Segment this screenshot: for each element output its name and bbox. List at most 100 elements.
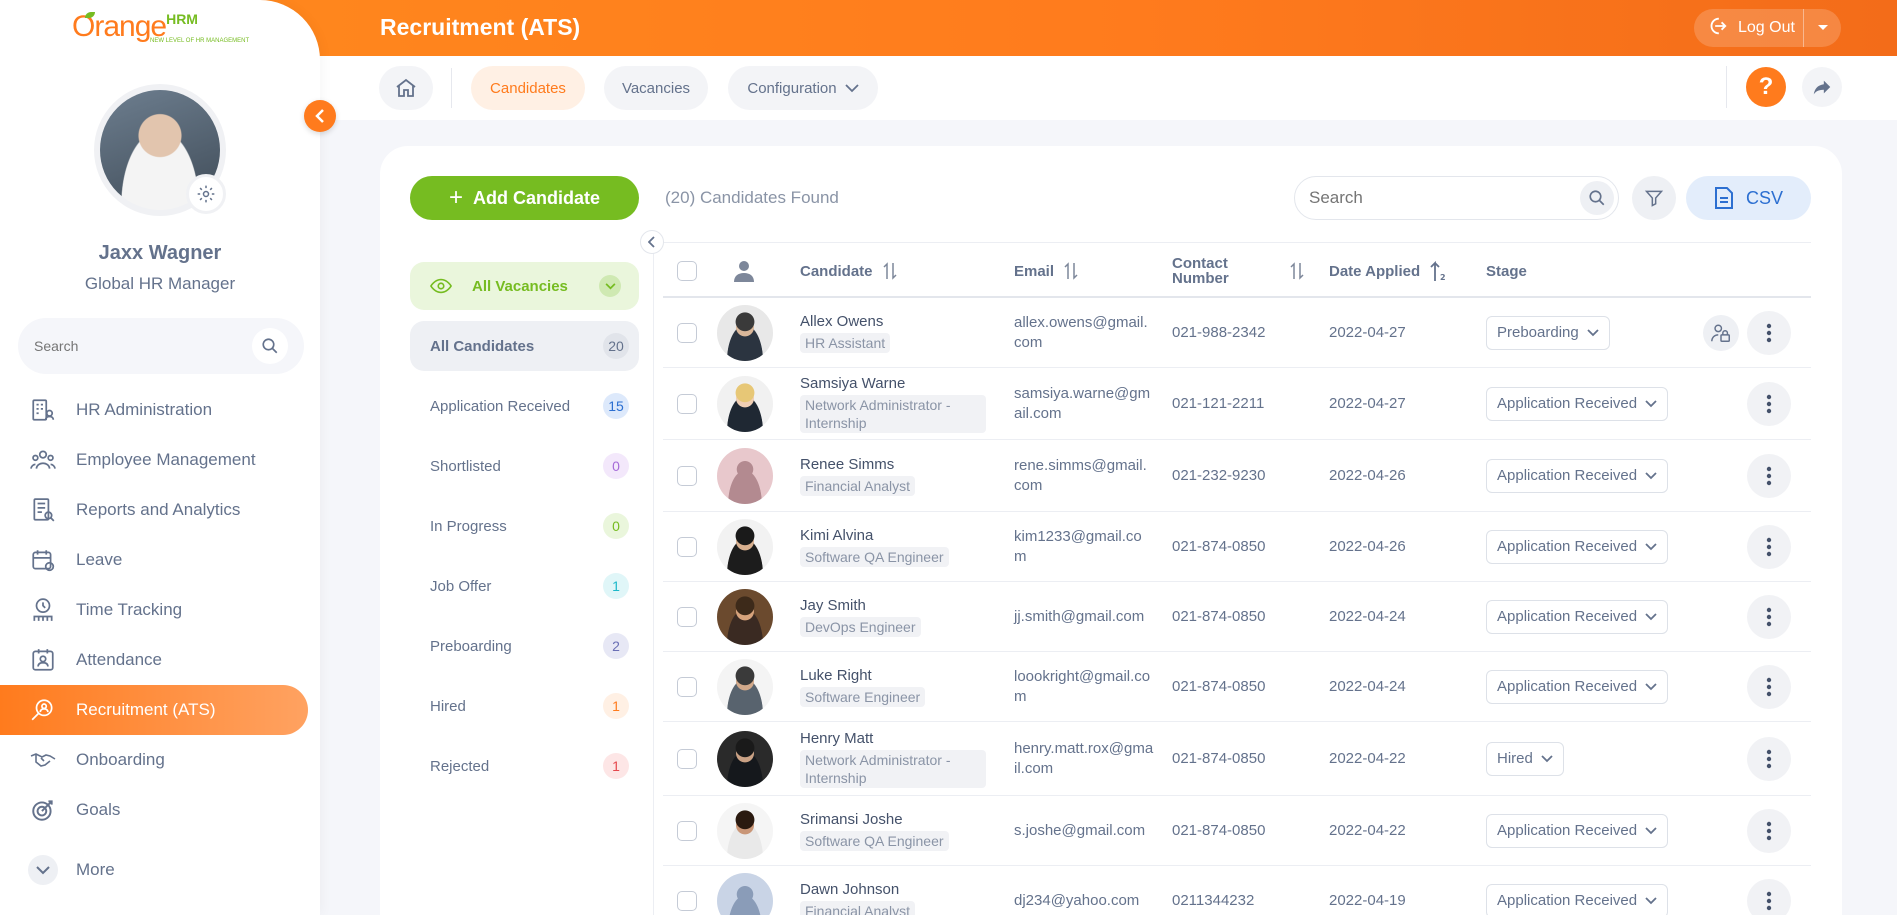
column-date-applied[interactable]: Date Applied 2	[1329, 243, 1446, 299]
sidebar-collapse-button[interactable]	[304, 100, 336, 132]
sidebar-item-employee-management[interactable]: Employee Management	[0, 435, 320, 485]
contact-cell: 021-874-0850	[1172, 750, 1266, 767]
more-options-button[interactable]	[1747, 453, 1791, 498]
sidebar: Orange HRM NEW LEVEL OF HR MANAGEMENT Ja…	[0, 0, 320, 915]
row-checkbox[interactable]	[677, 322, 697, 343]
candidate-name[interactable]: Allex Owens	[800, 312, 883, 331]
tab-configuration[interactable]: Configuration	[728, 66, 878, 110]
sidebar-search-input[interactable]	[34, 338, 252, 354]
more-options-button[interactable]	[1747, 736, 1791, 781]
candidate-photo	[717, 730, 773, 787]
row-checkbox[interactable]	[677, 536, 697, 557]
candidate-search-input[interactable]	[1309, 188, 1580, 208]
search-icon[interactable]	[252, 328, 288, 364]
stage-cell: Application Received	[1486, 512, 1669, 581]
stage-filter-item[interactable]: Hired 1	[410, 681, 639, 731]
more-options-button[interactable]	[1747, 878, 1791, 915]
candidate-name[interactable]: Renee Simms	[800, 455, 894, 474]
candidate-name[interactable]: Kimi Alvina	[800, 526, 873, 545]
tab-vacancies[interactable]: Vacancies	[604, 66, 708, 110]
stage-filter-item[interactable]: All Candidates 20	[410, 321, 639, 371]
logout-control[interactable]: Log Out	[1694, 9, 1841, 47]
candidate-name[interactable]: Jay Smith	[800, 596, 866, 615]
candidate-name[interactable]: Henry Matt	[800, 729, 873, 748]
logout-dropdown-toggle[interactable]	[1804, 24, 1841, 32]
filter-panel-toggle[interactable]	[640, 230, 664, 254]
stage-count-badge: 0	[603, 513, 629, 539]
candidate-name[interactable]: Luke Right	[800, 666, 872, 685]
stage-dropdown[interactable]: Application Received	[1486, 669, 1669, 704]
more-options-button[interactable]	[1747, 310, 1791, 355]
candidate-cell: Renee Simms Financial Analyst	[800, 440, 1000, 511]
more-options-button[interactable]	[1747, 664, 1791, 709]
sidebar-item-reports[interactable]: Reports and Analytics	[0, 485, 320, 535]
candidate-name[interactable]: Dawn Johnson	[800, 880, 899, 899]
row-checkbox[interactable]	[677, 465, 697, 486]
csv-export-button[interactable]: CSV	[1686, 176, 1811, 220]
stage-filter-item[interactable]: Rejected 1	[410, 741, 639, 791]
more-options-button[interactable]	[1747, 524, 1791, 569]
chevron-down-icon	[844, 83, 859, 92]
more-options-button[interactable]	[1747, 808, 1791, 853]
actions-cell	[1747, 866, 1791, 915]
row-checkbox[interactable]	[677, 393, 697, 414]
user-avatar[interactable]	[94, 84, 226, 216]
sidebar-item-time-tracking[interactable]: Time Tracking	[0, 585, 320, 635]
stage-dropdown[interactable]: Application Received	[1486, 458, 1669, 493]
search-icon[interactable]	[1580, 181, 1614, 215]
row-select-cell	[677, 298, 697, 367]
page-title: Recruitment (ATS)	[380, 14, 581, 40]
row-checkbox[interactable]	[677, 748, 697, 769]
sidebar-item-leave[interactable]: Leave	[0, 535, 320, 585]
photo-cell	[717, 298, 773, 367]
assign-user-icon[interactable]	[1703, 314, 1739, 351]
stage-filter-item[interactable]: Preboarding 2	[410, 621, 639, 671]
stage-filter-item[interactable]: In Progress 0	[410, 501, 639, 551]
stage-dropdown[interactable]: Preboarding	[1486, 315, 1610, 350]
stage-dropdown[interactable]: Application Received	[1486, 813, 1669, 848]
sidebar-item-recruitment[interactable]: Recruitment (ATS)	[0, 685, 308, 735]
vacancies-filter[interactable]: All Vacancies	[410, 262, 639, 310]
stage-filter-item[interactable]: Shortlisted 0	[410, 441, 639, 491]
sidebar-item-hr-administration[interactable]: HR Administration	[0, 385, 320, 435]
more-options-button[interactable]	[1747, 594, 1791, 639]
stage-cell: Application Received	[1486, 652, 1669, 721]
column-email[interactable]: Email	[1014, 243, 1078, 299]
chevron-left-icon	[315, 109, 324, 123]
candidate-role-badge: Network Administrator - Internship	[800, 750, 986, 788]
filter-icon	[1644, 190, 1664, 207]
sidebar-more[interactable]: More	[28, 855, 115, 885]
sidebar-item-onboarding[interactable]: Onboarding	[0, 735, 320, 785]
row-checkbox[interactable]	[677, 890, 697, 911]
more-options-button[interactable]	[1747, 381, 1791, 426]
select-all-cell	[677, 243, 697, 299]
candidate-name[interactable]: Srimansi Joshe	[800, 810, 903, 829]
row-checkbox[interactable]	[677, 676, 697, 697]
stage-count-badge: 1	[603, 573, 629, 599]
share-button[interactable]	[1802, 67, 1842, 107]
stage-dropdown[interactable]: Application Received	[1486, 529, 1669, 564]
home-button[interactable]	[379, 66, 433, 110]
time-icon	[28, 595, 58, 625]
stage-dropdown[interactable]: Hired	[1486, 741, 1564, 776]
stage-dropdown[interactable]: Application Received	[1486, 599, 1669, 634]
help-button[interactable]: ?	[1746, 67, 1786, 107]
row-checkbox[interactable]	[677, 820, 697, 841]
profile-settings-button[interactable]	[186, 174, 226, 214]
logout-button[interactable]: Log Out	[1694, 9, 1804, 47]
row-checkbox[interactable]	[677, 606, 697, 627]
hr-admin-icon	[28, 395, 58, 425]
column-candidate[interactable]: Candidate	[800, 243, 897, 299]
stage-dropdown[interactable]: Application Received	[1486, 386, 1669, 421]
column-contact[interactable]: Contact Number	[1172, 243, 1312, 299]
select-all-checkbox[interactable]	[677, 261, 697, 281]
add-candidate-button[interactable]: + Add Candidate	[410, 176, 639, 220]
candidate-name[interactable]: Samsiya Warne	[800, 374, 905, 393]
filter-button[interactable]	[1632, 176, 1676, 220]
sidebar-item-goals[interactable]: Goals	[0, 785, 320, 835]
stage-filter-item[interactable]: Job Offer 1	[410, 561, 639, 611]
stage-filter-item[interactable]: Application Received 15	[410, 381, 639, 431]
sidebar-item-attendance[interactable]: Attendance	[0, 635, 320, 685]
tab-candidates[interactable]: Candidates	[471, 66, 585, 110]
stage-dropdown[interactable]: Application Received	[1486, 883, 1669, 915]
